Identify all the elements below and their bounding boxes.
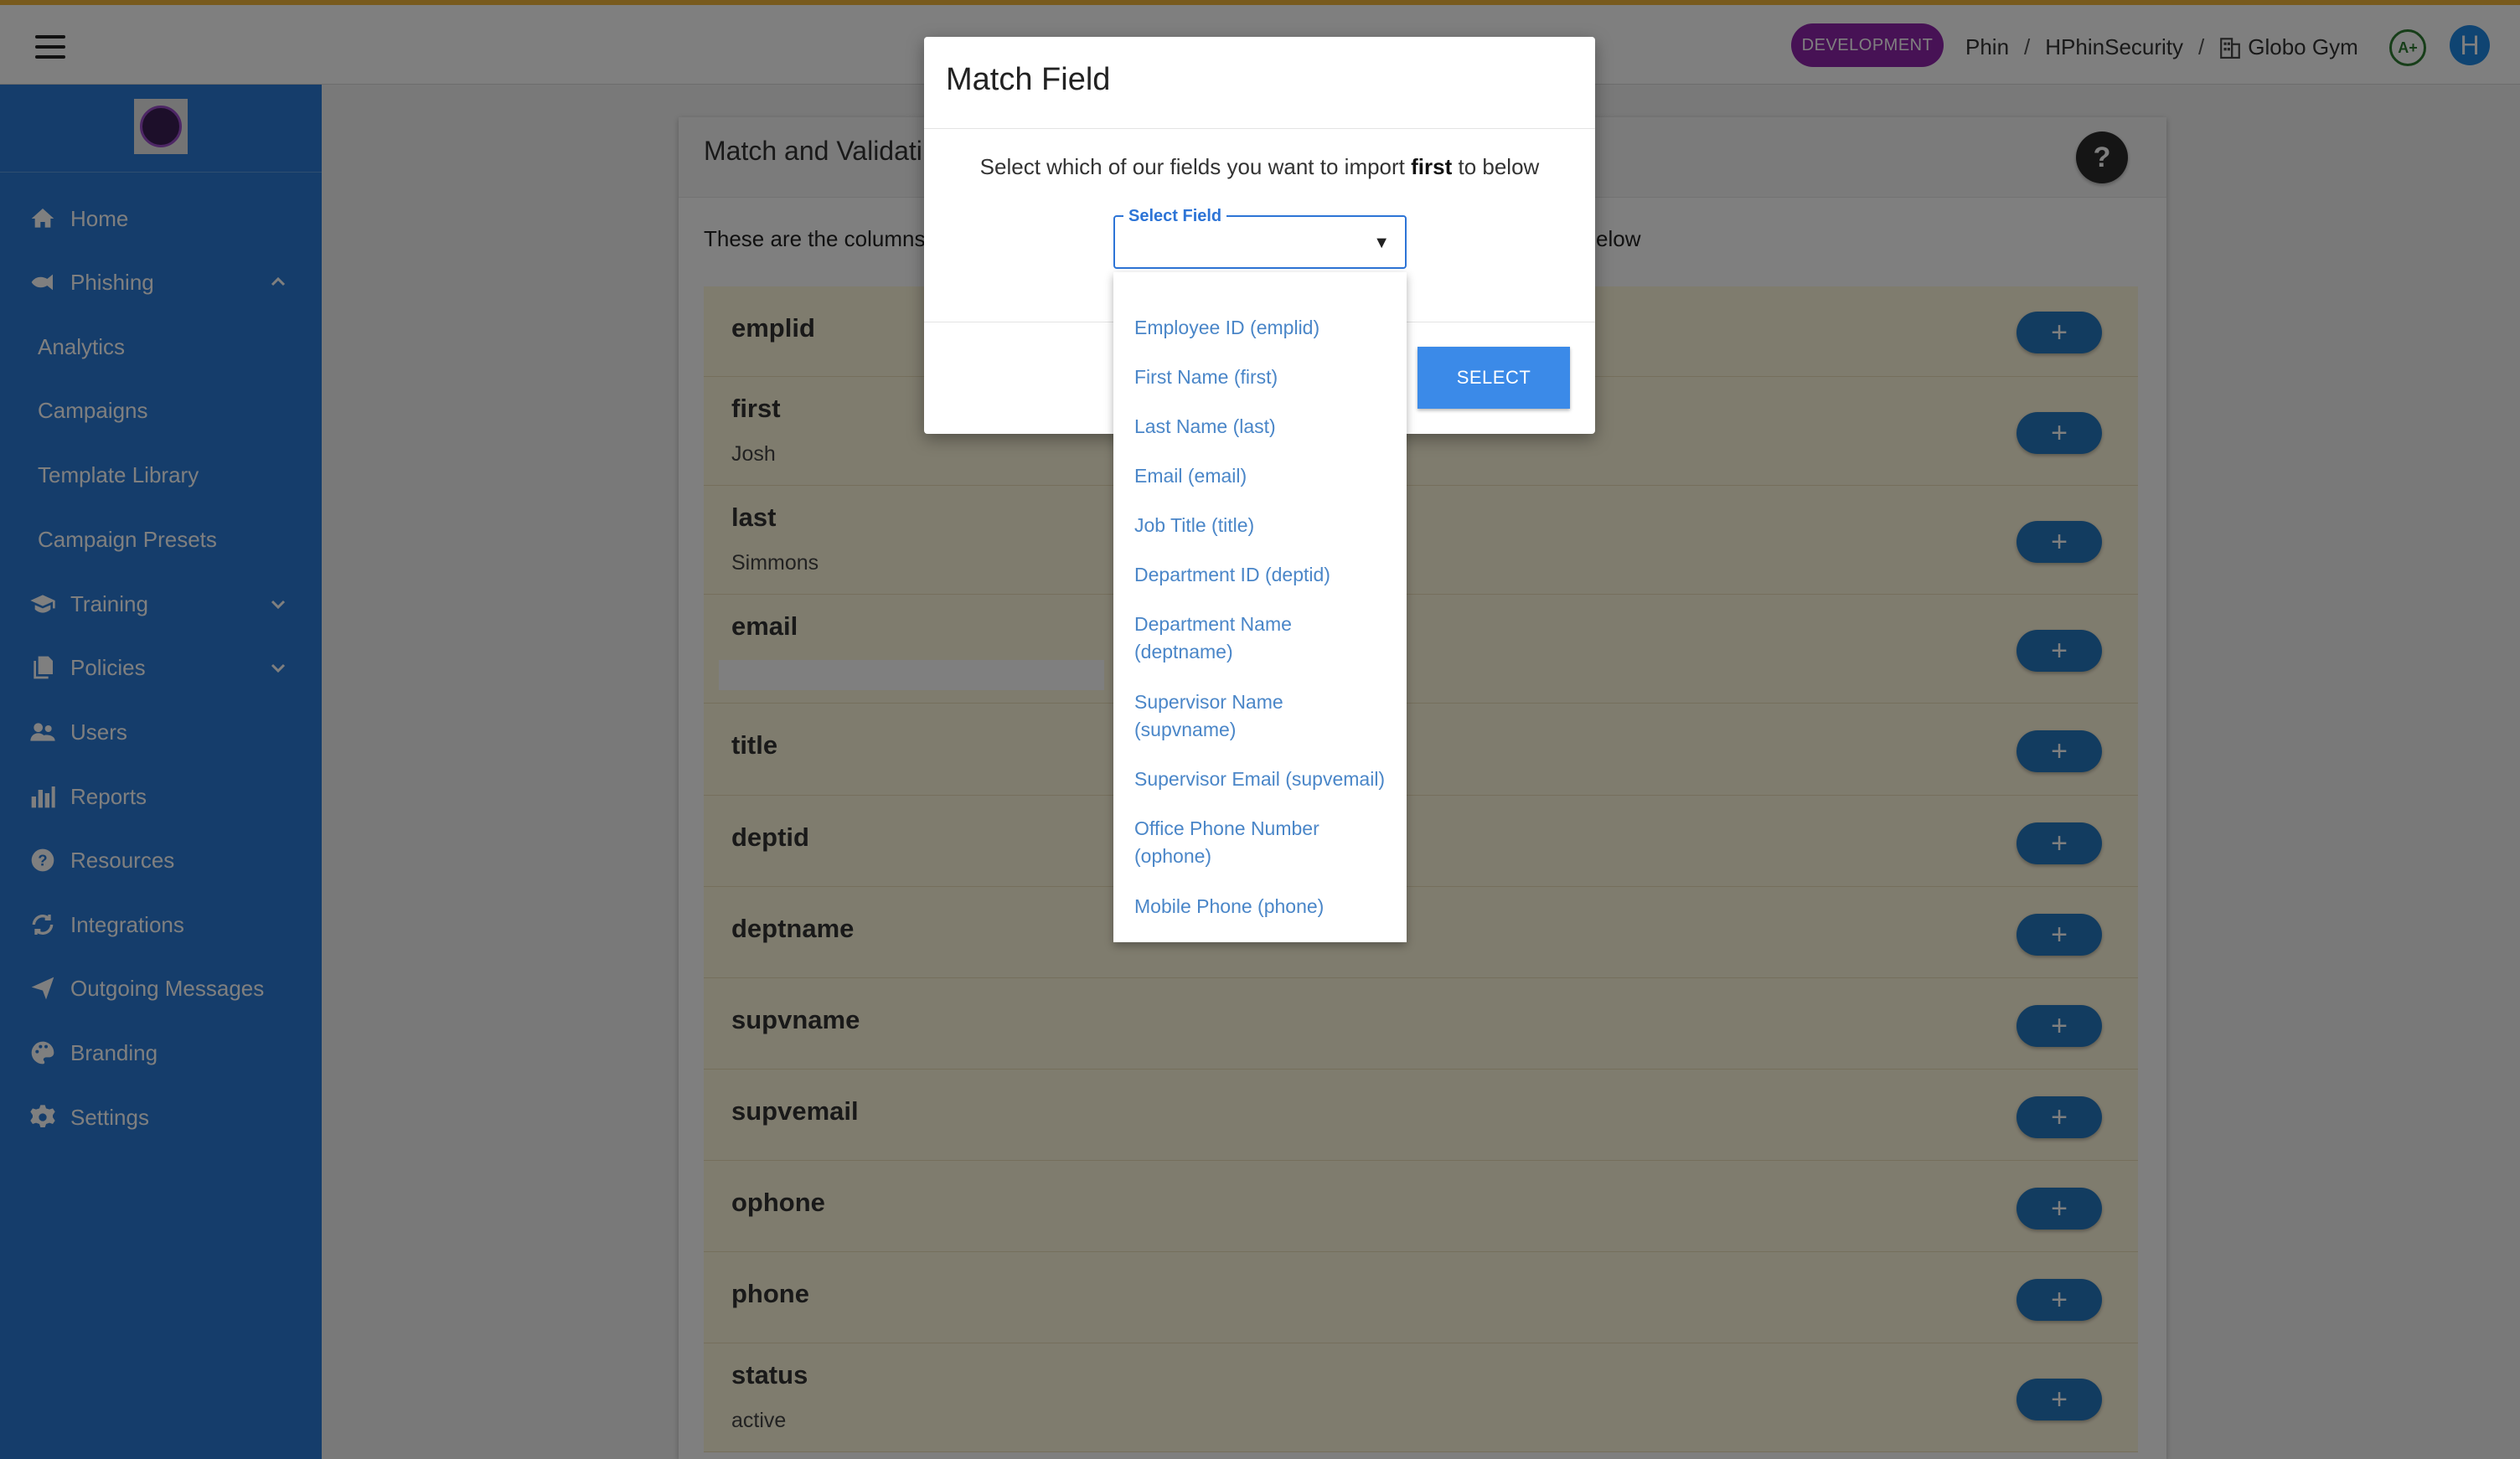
option-supvemail[interactable]: Supervisor Email (supvemail)	[1134, 766, 1394, 793]
dialog-title: Match Field	[946, 62, 1111, 97]
select-button[interactable]: SELECT	[1418, 347, 1570, 409]
option-last[interactable]: Last Name (last)	[1134, 413, 1394, 441]
select-field-options: Employee ID (emplid) First Name (first) …	[1113, 272, 1407, 942]
option-emplid[interactable]: Employee ID (emplid)	[1134, 314, 1394, 342]
option-email[interactable]: Email (email)	[1134, 462, 1394, 490]
prompt-text: to below	[1452, 154, 1540, 179]
dialog-header: Match Field	[924, 37, 1595, 129]
option-phone[interactable]: Mobile Phone (phone)	[1134, 893, 1394, 920]
select-field-label: Select Field	[1123, 207, 1227, 226]
option-title[interactable]: Job Title (title)	[1134, 512, 1394, 539]
prompt-field-name: first	[1411, 154, 1453, 179]
dialog-prompt: Select which of our fields you want to i…	[924, 154, 1595, 180]
prompt-text: Select which of our fields you want to i…	[979, 154, 1412, 179]
caret-down-icon: ▼	[1373, 234, 1390, 252]
option-deptname[interactable]: Department Name (deptname)	[1134, 611, 1344, 666]
option-supvname[interactable]: Supervisor Name (supvname)	[1134, 688, 1344, 744]
option-deptid[interactable]: Department ID (deptid)	[1134, 561, 1394, 589]
option-ophone[interactable]: Office Phone Number (ophone)	[1134, 815, 1344, 870]
option-first[interactable]: First Name (first)	[1134, 363, 1394, 391]
select-field-dropdown[interactable]: Select Field ▼	[1113, 207, 1407, 269]
